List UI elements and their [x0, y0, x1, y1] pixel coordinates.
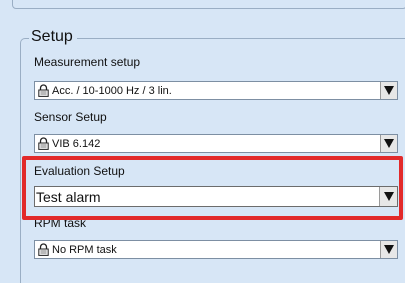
measurement-setup-label: Measurement setup: [34, 55, 141, 69]
setup-title: Setup: [29, 27, 77, 47]
dropdown-arrow-icon[interactable]: [380, 135, 397, 152]
rpm-task-select[interactable]: No RPM task: [34, 240, 398, 259]
padlock-icon: [38, 84, 49, 97]
measurement-setup-value: Acc. / 10-1000 Hz / 3 lin.: [52, 85, 172, 97]
padlock-icon: [38, 243, 49, 256]
padlock-icon: [38, 137, 49, 150]
sensor-setup-value: VIB 6.142: [52, 138, 101, 150]
sensor-setup-label: Sensor Setup: [34, 110, 107, 124]
dropdown-arrow-icon[interactable]: [380, 82, 397, 99]
previous-section-panel: [12, 0, 405, 9]
rpm-task-value: No RPM task: [52, 244, 117, 256]
sensor-setup-select[interactable]: VIB 6.142: [34, 134, 398, 153]
highlight-frame: [22, 156, 403, 220]
dropdown-arrow-icon[interactable]: [380, 241, 397, 258]
measurement-setup-select[interactable]: Acc. / 10-1000 Hz / 3 lin.: [34, 81, 398, 100]
